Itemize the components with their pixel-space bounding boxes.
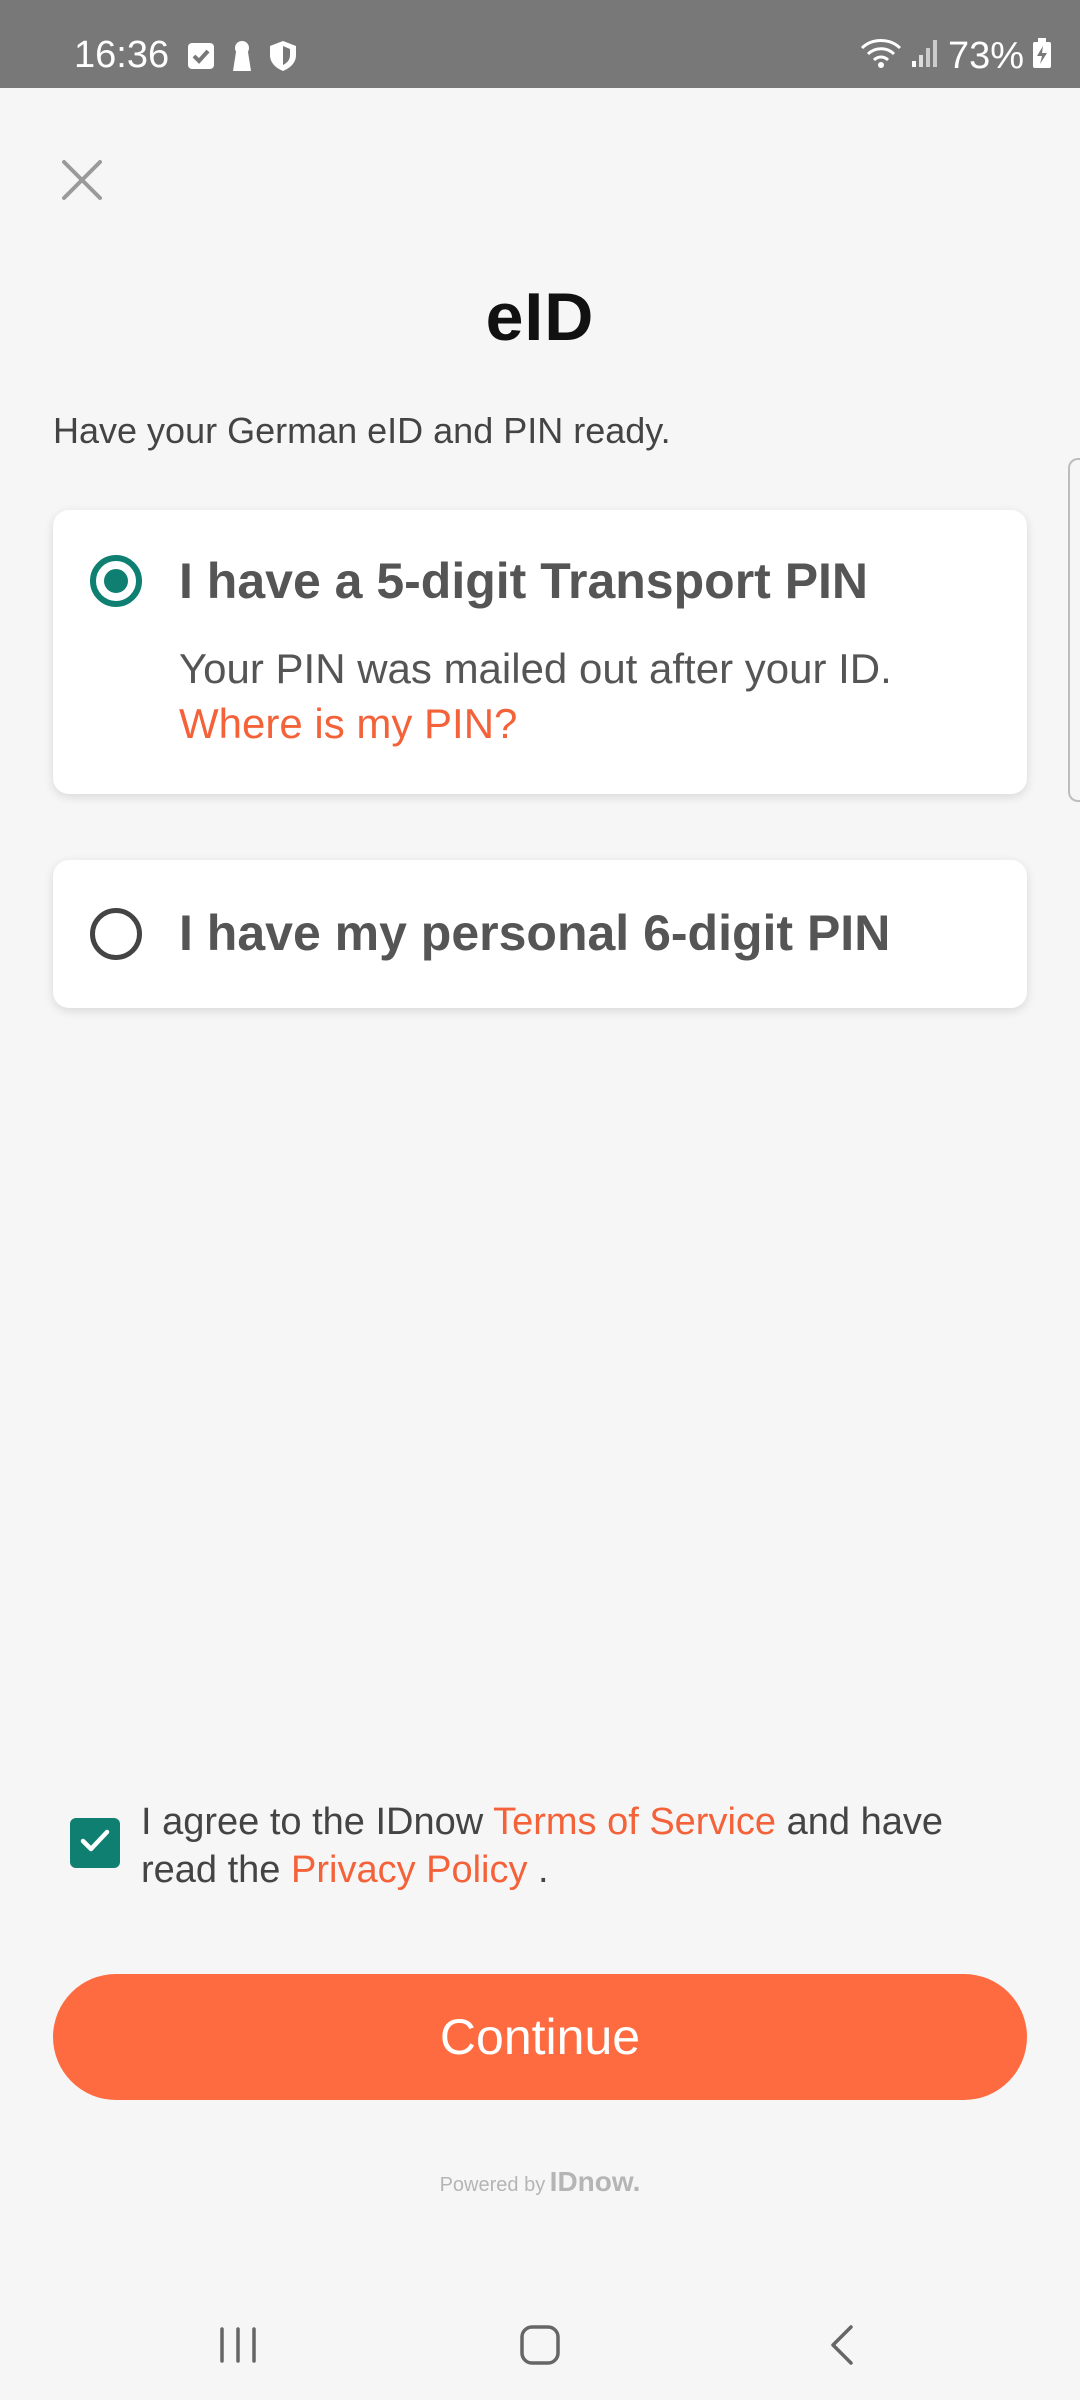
option-title: I have a 5-digit Transport PIN bbox=[179, 553, 869, 609]
where-is-my-pin-link[interactable]: Where is my PIN? bbox=[179, 700, 517, 748]
consent-checkbox[interactable] bbox=[70, 1818, 120, 1868]
option-description: Your PIN was mailed out after your ID. bbox=[179, 645, 892, 692]
page-title: eID bbox=[485, 279, 595, 355]
battery-percent: 73% bbox=[947, 34, 1024, 77]
option-transport-pin[interactable]: I have a 5-digit Transport PIN Your PIN … bbox=[53, 510, 1027, 794]
status-time: 16:36 bbox=[74, 34, 170, 76]
back-button[interactable] bbox=[808, 2312, 878, 2382]
continue-button[interactable]: Continue bbox=[53, 1974, 1027, 2100]
home-button[interactable] bbox=[505, 2312, 575, 2382]
recent-apps-button[interactable] bbox=[203, 2312, 273, 2382]
close-button[interactable] bbox=[50, 150, 114, 214]
status-right: 73% bbox=[860, 36, 1052, 75]
radio-selected-icon[interactable] bbox=[90, 555, 142, 607]
privacy-policy-link[interactable]: Privacy Policy bbox=[291, 1849, 528, 1891]
powered-by-footer: Powered by IDnow. bbox=[0, 2166, 1080, 2198]
option-personal-pin[interactable]: I have my personal 6-digit PIN bbox=[53, 860, 1027, 1008]
powered-by-label: Powered by bbox=[439, 2174, 546, 2196]
recent-apps-icon bbox=[216, 2323, 260, 2372]
option-title: I have my personal 6-digit PIN bbox=[179, 905, 891, 961]
status-bar: 16:36 73% bbox=[0, 0, 1080, 88]
system-nav-bar bbox=[0, 2290, 1080, 2400]
radio-unselected-icon[interactable] bbox=[90, 908, 142, 960]
wifi-icon bbox=[860, 36, 902, 75]
scroll-edge-indicator bbox=[1068, 458, 1080, 802]
status-notification-icons bbox=[186, 40, 298, 77]
back-icon bbox=[821, 2323, 865, 2372]
terms-of-service-link[interactable]: Terms of Service bbox=[493, 1801, 776, 1843]
consent-text-before: I agree to the IDnow bbox=[141, 1801, 494, 1843]
checkmark-icon bbox=[77, 1823, 113, 1864]
keyhole-icon bbox=[230, 40, 254, 77]
shield-icon bbox=[268, 40, 298, 77]
checkbox-notification-icon bbox=[186, 41, 216, 76]
home-icon bbox=[516, 2321, 564, 2374]
signal-icon bbox=[910, 37, 940, 74]
battery-charging-icon bbox=[1032, 37, 1052, 74]
consent-text: I agree to the IDnow Terms of Service an… bbox=[141, 1798, 1021, 1894]
page-subtitle: Have your German eID and PIN ready. bbox=[53, 410, 671, 451]
idnow-logo: IDnow. bbox=[549, 2166, 641, 2197]
close-icon bbox=[60, 158, 104, 207]
consent-text-after: . bbox=[527, 1849, 549, 1891]
